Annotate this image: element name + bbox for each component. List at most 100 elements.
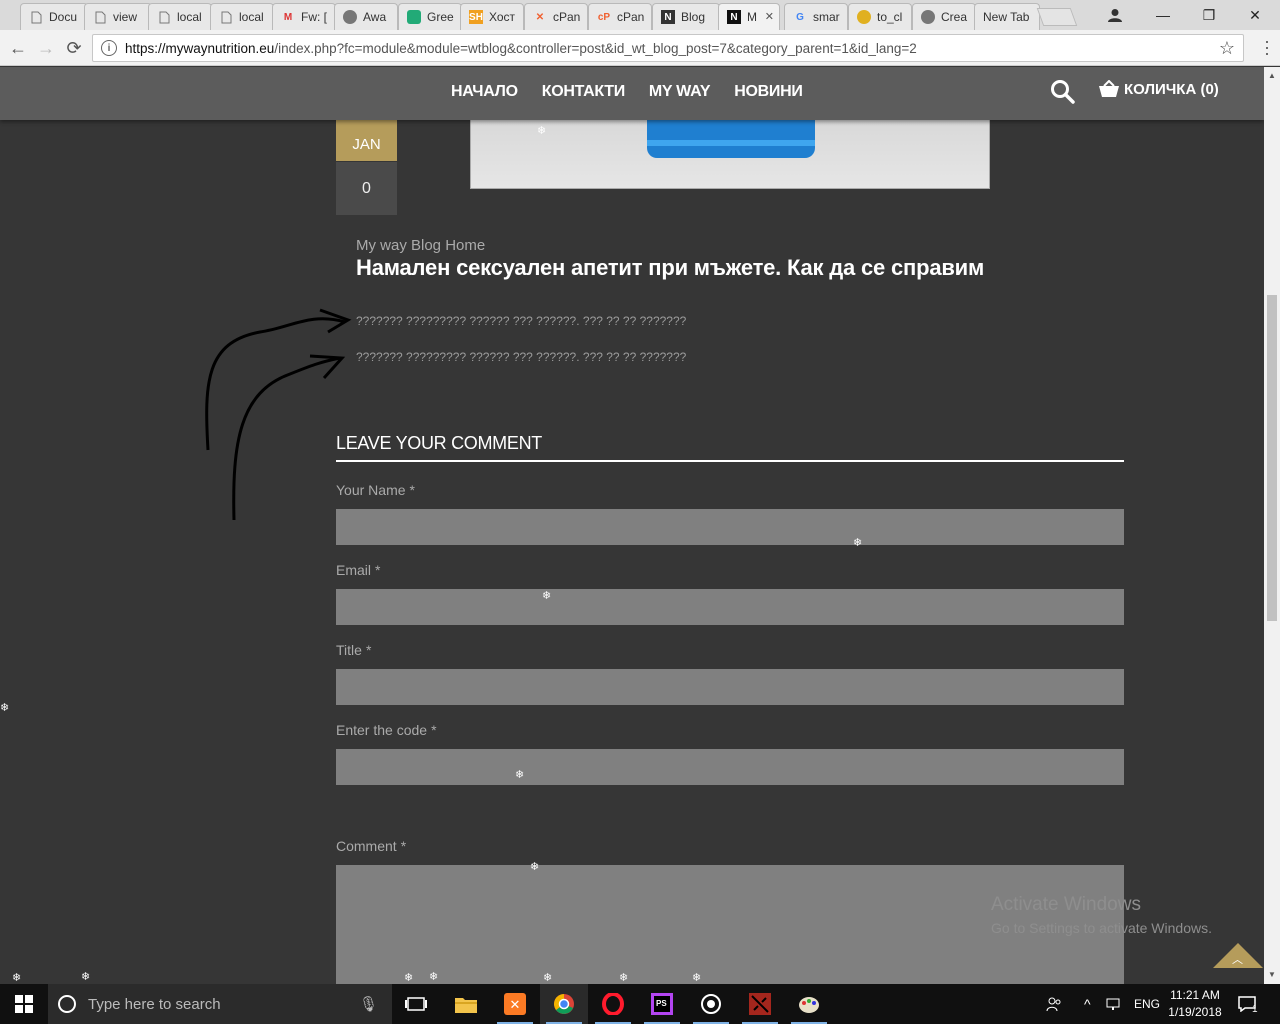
post-body-line: ??????? ????????? ?????? ??? ??????. ???…	[356, 314, 687, 328]
browser-tab[interactable]: Docu	[20, 3, 88, 30]
browser-tab[interactable]: Gree	[398, 3, 462, 30]
title-field[interactable]	[336, 669, 1124, 705]
phpstorm-icon[interactable]: PS	[638, 984, 686, 1024]
site-icon: N	[661, 10, 675, 24]
microphone-icon[interactable]: 🎙	[359, 995, 378, 1013]
notification-center-icon[interactable]: 1	[1238, 984, 1258, 1024]
post-date-badge: JAN	[336, 117, 397, 161]
close-icon[interactable]: ✕	[765, 10, 774, 23]
address-bar[interactable]: i https://mywaynutrition.eu/index.php?fc…	[92, 34, 1244, 62]
page-scrollbar[interactable]: ▲ ▼	[1264, 67, 1280, 984]
snowflake-icon: ❄	[543, 972, 553, 984]
browser-tab[interactable]: cP cPan	[588, 3, 652, 30]
site-icon	[407, 10, 421, 24]
name-field[interactable]	[336, 509, 1124, 545]
nav-link-my-way[interactable]: MY WAY	[649, 83, 711, 101]
restore-button[interactable]: ❐	[1186, 4, 1232, 26]
reload-button[interactable]: ⟳	[62, 36, 86, 60]
snowflake-icon: ❄	[530, 861, 540, 873]
browser-tab[interactable]: local	[210, 3, 274, 30]
gmail-icon: M	[283, 11, 293, 23]
svg-text:PS: PS	[656, 999, 667, 1008]
profile-icon[interactable]	[1092, 4, 1138, 26]
browser-tab[interactable]: SH Хост	[460, 3, 524, 30]
system-clock[interactable]: 11:21 AM 1/19/2018	[1165, 987, 1225, 1021]
scroll-down-arrow-icon[interactable]: ▼	[1268, 970, 1276, 979]
people-icon[interactable]	[1046, 984, 1062, 1024]
site-header: НАЧАЛО КОНТАКТИ MY WAY НОВИНИ КОЛИЧКА (0…	[0, 67, 1264, 120]
google-icon: G	[796, 11, 804, 23]
chevron-up-icon: ︿	[1232, 954, 1243, 966]
browser-tab[interactable]: M Fw: [	[272, 3, 336, 30]
comment-field-label: Comment *	[336, 838, 407, 854]
doc-icon	[157, 10, 171, 24]
captcha-field[interactable]	[336, 749, 1124, 785]
back-button[interactable]: ←	[6, 36, 30, 60]
chevron-up-icon[interactable]: ^	[1084, 984, 1091, 1024]
browser-tab[interactable]: view	[84, 3, 152, 30]
obs-icon[interactable]	[687, 984, 735, 1024]
post-body-line: ??????? ????????? ?????? ??? ??????. ???…	[356, 350, 687, 364]
browser-tab[interactable]: N Blog	[652, 3, 720, 30]
bookmark-star-icon[interactable]: ☆	[1219, 38, 1235, 59]
cpanel-icon: ✕	[535, 11, 545, 23]
email-field[interactable]	[336, 589, 1124, 625]
opera-icon[interactable]	[589, 984, 637, 1024]
minimize-button[interactable]: —	[1140, 4, 1186, 26]
forward-button[interactable]: →	[34, 36, 58, 60]
title-field-label: Title *	[336, 642, 372, 658]
snowflake-icon: ❄	[0, 702, 10, 714]
close-window-button[interactable]: ✕	[1232, 4, 1278, 26]
windows-logo-icon	[15, 995, 33, 1013]
windows-start-button[interactable]	[0, 984, 48, 1024]
cpanel-icon: cP	[597, 11, 611, 23]
name-field-label: Your Name *	[336, 482, 415, 498]
xampp-icon[interactable]: ✕	[491, 984, 539, 1024]
browser-tab[interactable]: G smar	[784, 3, 848, 30]
browser-tab[interactable]: local	[148, 3, 212, 30]
browser-tab[interactable]: New Tab	[974, 3, 1040, 30]
comment-section-heading: LEAVE YOUR COMMENT	[336, 433, 1124, 462]
scroll-up-arrow-icon[interactable]: ▲	[1268, 71, 1276, 80]
doc-icon	[93, 10, 107, 24]
dota-icon[interactable]	[736, 984, 784, 1024]
paint-icon[interactable]	[785, 984, 833, 1024]
language-indicator[interactable]: ENG	[1134, 984, 1160, 1024]
snowflake-icon: ❄	[81, 971, 91, 983]
site-icon	[921, 10, 935, 24]
browser-tab[interactable]: Crea	[912, 3, 976, 30]
breadcrumb[interactable]: My way Blog Home	[356, 237, 485, 254]
main-navigation: НАЧАЛО КОНТАКТИ MY WAY НОВИНИ	[451, 83, 803, 101]
browser-tab[interactable]: Awa	[334, 3, 398, 30]
product-bottle	[647, 118, 815, 158]
nav-link-contacts[interactable]: КОНТАКТИ	[542, 83, 625, 101]
nav-link-home[interactable]: НАЧАЛО	[451, 83, 518, 101]
doc-icon	[219, 10, 233, 24]
nav-link-news[interactable]: НОВИНИ	[734, 83, 803, 101]
snowflake-icon: ❄	[429, 971, 439, 983]
scrollbar-thumb[interactable]	[1267, 295, 1277, 621]
bulb-icon	[857, 10, 871, 24]
menu-dots-icon[interactable]: · · ·	[1264, 32, 1270, 62]
post-featured-image: ❄	[470, 117, 990, 189]
email-field-label: Email *	[336, 562, 381, 578]
task-view-icon[interactable]	[392, 984, 440, 1024]
snowflake-icon: ❄	[692, 972, 702, 984]
windows-taskbar: Type here to search 🎙 ✕ PS ^ ENG 11:21 A…	[0, 984, 1280, 1024]
svg-text:✕: ✕	[510, 997, 521, 1012]
browser-toolbar: ← → ⟳ i https://mywaynutrition.eu/index.…	[0, 30, 1280, 66]
browser-tab[interactable]: to_cl	[848, 3, 912, 30]
file-explorer-icon[interactable]	[442, 984, 490, 1024]
search-icon[interactable]	[1050, 79, 1076, 110]
taskbar-search-box[interactable]: Type here to search 🎙	[48, 984, 392, 1024]
network-icon[interactable]	[1106, 984, 1124, 1024]
new-tab-button[interactable]	[1036, 8, 1078, 26]
browser-tab[interactable]: ✕ cPan	[524, 3, 588, 30]
snowflake-icon: ❄	[542, 590, 552, 602]
chrome-icon[interactable]	[540, 984, 588, 1024]
browser-tab-active[interactable]: N M ✕	[718, 3, 780, 30]
cart-button[interactable]: КОЛИЧКА (0)	[1098, 80, 1219, 98]
info-icon[interactable]: i	[101, 40, 117, 56]
site-icon: N	[727, 10, 741, 24]
comment-count-badge: 0	[336, 162, 397, 215]
